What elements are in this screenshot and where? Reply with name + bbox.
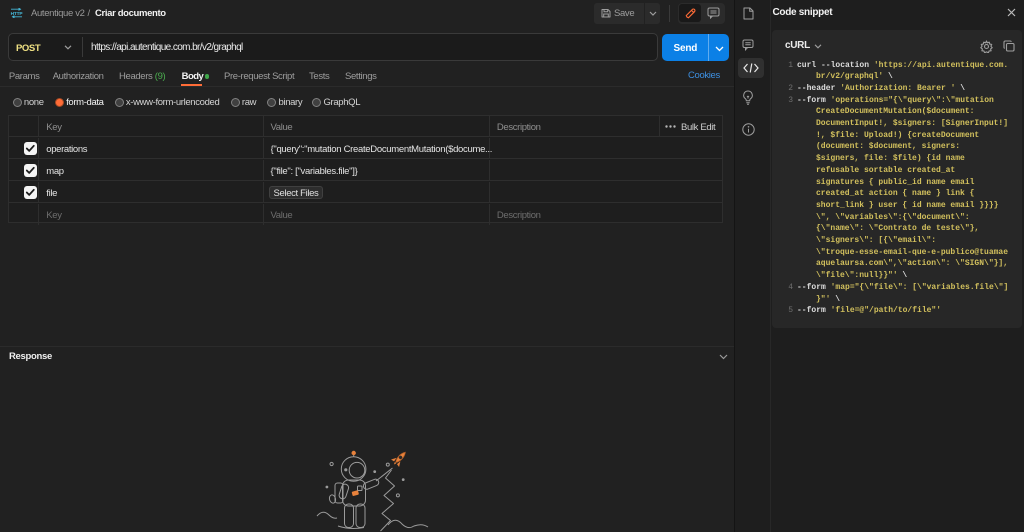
svg-text:HTTP: HTTP bbox=[11, 10, 23, 16]
